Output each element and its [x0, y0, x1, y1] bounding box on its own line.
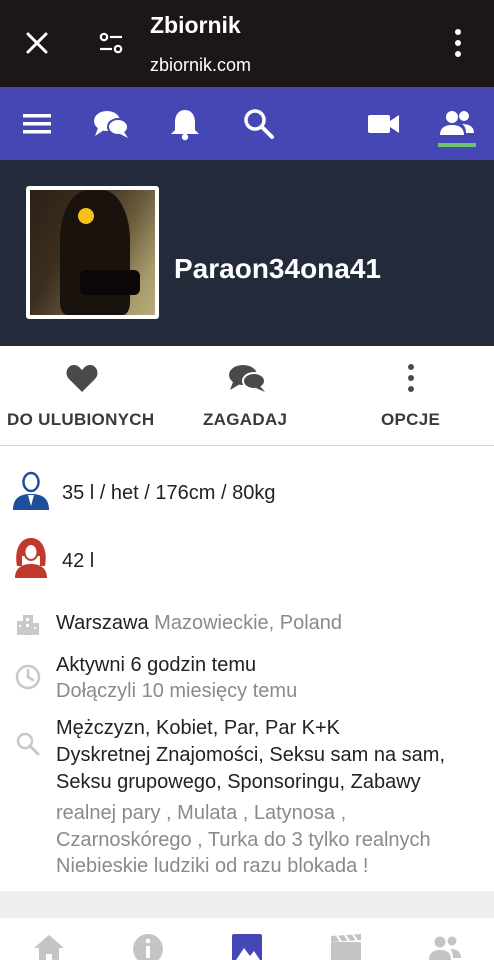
- site-navbar: [0, 87, 494, 160]
- profile-actions: DO ULUBIONYCH ZAGADAJ OPCJE: [0, 346, 494, 446]
- info-icon[interactable]: [131, 932, 165, 960]
- profile-username: Paraon34ona41: [174, 253, 381, 284]
- emoji-sticker-icon: [78, 208, 94, 224]
- page-settings-icon[interactable]: [96, 28, 126, 58]
- location: Warszawa Mazowieckie, Poland: [56, 612, 342, 635]
- last-active: Aktywni 6 godzin temu: [56, 654, 257, 676]
- more-vertical-icon[interactable]: [448, 26, 468, 60]
- close-icon[interactable]: [22, 28, 52, 58]
- male-stats: 35 l / het / 176cm / 80kg: [62, 482, 276, 504]
- location-region: Mazowieckie, Poland: [154, 612, 343, 634]
- home-icon[interactable]: [32, 932, 66, 960]
- section-divider: [0, 891, 494, 918]
- ask-label: ZAGADAJ: [203, 410, 288, 429]
- menu-icon[interactable]: [18, 105, 56, 143]
- page-title: Zbiornik: [150, 12, 241, 38]
- photo-icon[interactable]: [230, 932, 264, 960]
- more-vertical-icon: [408, 364, 414, 392]
- male-avatar-icon: [13, 471, 49, 510]
- city-icon: [17, 615, 39, 635]
- options-button[interactable]: OPCJE: [330, 346, 494, 446]
- options-label: OPCJE: [381, 410, 441, 429]
- profile-tabbar: [0, 918, 494, 960]
- people-icon[interactable]: [428, 932, 462, 960]
- chat-icon[interactable]: [92, 105, 130, 143]
- bell-icon[interactable]: [166, 105, 204, 143]
- profile-photo: [30, 190, 155, 315]
- search-icon: [16, 732, 40, 756]
- female-stats: 42 l: [62, 550, 95, 572]
- ask-button[interactable]: ZAGADAJ: [165, 346, 330, 446]
- favorite-button[interactable]: DO ULUBIONYCH: [0, 346, 165, 446]
- seeking-interests-1: Dyskretnej Znajomości, Seksu sam na sam,: [56, 744, 446, 766]
- avatar[interactable]: [26, 186, 159, 319]
- seeking-genders: Mężczyzn, Kobiet, Par, Par K+K: [56, 717, 341, 739]
- film-icon[interactable]: [329, 932, 363, 960]
- location-city: Warszawa: [56, 612, 149, 634]
- search-icon[interactable]: [240, 105, 278, 143]
- description-line-1: realnej pary , Mulata , Latynosa ,: [56, 802, 347, 824]
- video-icon[interactable]: [364, 105, 402, 143]
- chat-icon: [229, 365, 266, 392]
- description-line-3: Niebieskie ludziki od razu blokada !: [56, 855, 369, 877]
- favorite-label: DO ULUBIONYCH: [7, 410, 155, 429]
- profile-info-card: 35 l / het / 176cm / 80kg 42 l Warszawa …: [0, 446, 494, 891]
- heart-icon: [66, 365, 98, 392]
- joined-date: Dołączyli 10 miesięcy temu: [56, 680, 298, 702]
- browser-toolbar: Zbiornik zbiornik.com: [0, 0, 494, 87]
- active-tab-indicator: [438, 143, 476, 147]
- clock-icon: [15, 664, 41, 690]
- page-url[interactable]: zbiornik.com: [150, 55, 251, 76]
- seeking-interests-2: Seksu grupowego, Sponsoringu, Zabawy: [56, 771, 421, 793]
- description-line-2: Czarnoskórego , Turka do 3 tylko realnyc…: [56, 829, 431, 851]
- female-avatar-icon: [15, 538, 47, 578]
- people-icon[interactable]: [438, 105, 476, 143]
